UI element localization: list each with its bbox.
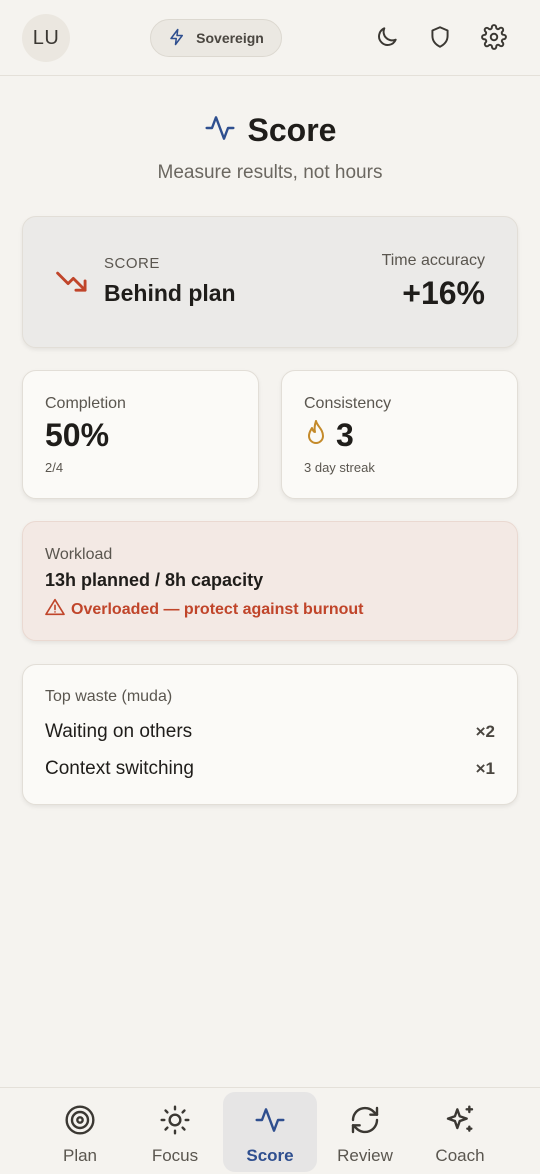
waste-item: Context switching ×1	[45, 758, 495, 780]
time-accuracy-value: +16%	[402, 275, 485, 311]
activity-icon	[254, 1104, 286, 1141]
nav-label: Coach	[435, 1146, 485, 1165]
refresh-icon	[349, 1104, 381, 1141]
flame-icon	[304, 419, 328, 452]
bottom-nav: Plan Focus Score Review Coach	[0, 1087, 540, 1174]
workload-value: 13h planned / 8h capacity	[45, 570, 264, 590]
waste-card: Top waste (muda) Waiting on others ×2 Co…	[22, 664, 518, 805]
workload-warning: Overloaded — protect against burnout	[45, 598, 363, 621]
top-bar: LU Sovereign	[0, 0, 540, 76]
nav-item-score[interactable]: Score	[223, 1092, 317, 1172]
completion-count: 2/4	[45, 460, 64, 475]
nav-item-coach[interactable]: Coach	[413, 1092, 507, 1172]
workload-card: Workload 13h planned / 8h capacity Overl…	[22, 521, 518, 641]
mode-label: Sovereign	[196, 30, 264, 46]
time-accuracy-label: Time accuracy	[381, 252, 485, 269]
moon-icon[interactable]	[372, 22, 402, 52]
trending-down-icon	[55, 267, 89, 300]
warning-icon	[45, 598, 65, 621]
activity-icon	[204, 112, 236, 149]
waste-item-count: ×2	[475, 722, 495, 741]
workload-warning-text: Overloaded — protect against burnout	[71, 600, 364, 618]
page-subtitle: Measure results, not hours	[157, 162, 383, 183]
mode-selector-button[interactable]: Sovereign	[150, 19, 282, 57]
page-header: Score Measure results, not hours	[0, 110, 540, 184]
waste-item-name: Context switching	[45, 758, 194, 779]
nav-label: Score	[246, 1146, 294, 1165]
nav-item-plan[interactable]: Plan	[33, 1092, 127, 1172]
gear-icon[interactable]	[479, 22, 509, 52]
sun-icon	[159, 1104, 191, 1141]
completion-card: Completion 50% 2/4	[22, 370, 259, 499]
nav-item-focus[interactable]: Focus	[128, 1092, 222, 1172]
completion-label: Completion	[45, 395, 126, 412]
waste-item: Waiting on others ×2	[45, 721, 495, 743]
streak-label: 3 day streak	[304, 460, 375, 475]
workload-label: Workload	[45, 546, 113, 563]
zap-icon	[168, 28, 186, 49]
score-label: SCORE	[104, 255, 160, 272]
target-icon	[64, 1104, 96, 1141]
nav-label: Plan	[62, 1146, 98, 1165]
score-status: Behind plan	[104, 280, 236, 306]
completion-value: 50%	[45, 417, 110, 453]
consistency-value: 3	[336, 417, 354, 453]
page-title: Score	[247, 111, 337, 148]
waste-item-name: Waiting on others	[45, 721, 193, 742]
nav-item-review[interactable]: Review	[318, 1092, 412, 1172]
avatar[interactable]: LU	[22, 14, 70, 62]
nav-label: Focus	[151, 1146, 199, 1165]
waste-item-count: ×1	[475, 759, 495, 778]
nav-label: Review	[337, 1146, 393, 1165]
shield-icon[interactable]	[425, 22, 455, 52]
avatar-initials: LU	[32, 26, 60, 49]
consistency-card: Consistency 3 3 day streak	[281, 370, 518, 499]
sparkles-icon	[444, 1104, 476, 1141]
consistency-label: Consistency	[304, 395, 392, 412]
score-card: SCORE Behind plan Time accuracy +16%	[22, 216, 518, 348]
waste-label: Top waste (muda)	[45, 688, 173, 705]
